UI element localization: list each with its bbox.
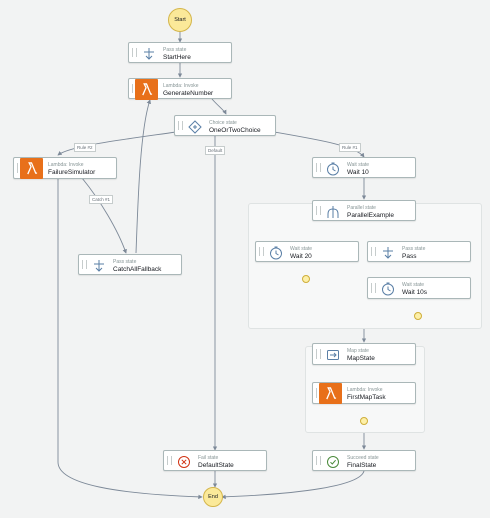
state-pass[interactable]: Pass state Pass [367,241,471,262]
state-name: ParallelExample [347,212,394,219]
state-name: Wait 10 [347,169,369,176]
map-iteration-end-dot [360,417,368,425]
branch-end-dot [302,275,310,283]
clock-icon [378,280,398,297]
state-name: MapState [347,355,375,362]
state-failuresimulator[interactable]: Lambda: Invoke FailureSimulator [13,157,117,179]
lambda-icon [20,158,43,179]
state-type: Lambda: Invoke [163,83,199,89]
state-type: Wait state [290,246,313,252]
drag-handle[interactable] [178,121,183,130]
state-name: GenerateNumber [163,90,214,97]
edge-label-rule2: Rule #2 [74,143,96,152]
state-finalstate[interactable]: Succeed state FinalState [312,450,416,471]
edge-label-catch: Catch #1 [89,195,114,204]
pass-icon [139,45,159,62]
end-label: End [208,494,218,500]
state-wait10[interactable]: Wait state Wait 10 [312,157,416,178]
edge-generatenumber-to-choice [211,98,227,115]
map-icon [323,346,343,363]
state-type: Lambda: Invoke [48,162,84,168]
state-name: Pass [402,253,417,260]
state-starthere[interactable]: Pass state StartHere [128,42,232,63]
drag-handle[interactable] [132,48,137,57]
end-node[interactable]: End [203,487,223,507]
parallel-icon [323,203,343,220]
state-type: Pass state [113,259,137,265]
edge-finalstate-to-end [221,470,365,500]
state-wait20[interactable]: Wait state Wait 20 [255,241,359,262]
state-type: Wait state [402,282,425,288]
state-wait10s[interactable]: Wait state Wait 10s [367,277,471,299]
drag-handle[interactable] [316,206,321,215]
edge-failuresimulator-to-catchallfallback [81,177,127,254]
state-type: Parallel state [347,205,376,211]
state-oneortwochoice[interactable]: Choice state OneOrTwoChoice [174,115,276,136]
drag-handle[interactable] [167,456,172,465]
edge-catchallfallback-to-generatenumber [135,99,151,254]
edge-label-rule1: Rule #1 [339,143,361,152]
start-node[interactable]: Start [168,8,192,32]
drag-handle[interactable] [316,349,321,359]
state-mapstate[interactable]: Map state MapState [312,343,416,365]
state-generatenumber[interactable]: Lambda: Invoke GenerateNumber [128,78,232,100]
parallel-group [248,203,482,329]
fail-icon [174,453,194,470]
clock-icon [323,160,343,177]
drag-handle[interactable] [371,247,376,256]
state-type: Fail state [198,455,219,461]
drag-handle[interactable] [371,283,376,293]
lambda-icon [319,383,342,404]
state-type: Wait state [347,162,370,168]
drag-handle[interactable] [82,260,87,269]
state-type: Lambda: Invoke [347,387,383,393]
start-label: Start [174,17,186,23]
succeed-icon [323,453,343,470]
state-name: Wait 20 [290,253,312,260]
state-type: Choice state [209,120,237,126]
state-type: Pass state [402,246,426,252]
state-name: OneOrTwoChoice [209,127,261,134]
branch-end-dot [414,312,422,320]
lambda-icon [135,79,158,100]
state-name: FinalState [347,462,377,469]
state-name: FailureSimulator [48,169,96,176]
pass-icon [378,244,398,261]
state-type: Map state [347,348,369,354]
state-name: CatchAllFallback [113,266,162,273]
clock-icon [266,244,286,261]
state-firstmaptask[interactable]: Lambda: Invoke FirstMapTask [312,382,416,404]
drag-handle[interactable] [259,247,264,256]
state-type: Succeed state [347,455,379,461]
drag-handle[interactable] [316,163,321,172]
pass-icon [89,257,109,274]
choice-icon [185,118,205,135]
state-type: Pass state [163,47,187,53]
drag-handle[interactable] [316,456,321,465]
state-defaultstate[interactable]: Fail state DefaultState [163,450,267,471]
state-catchallfallback[interactable]: Pass state CatchAllFallback [78,254,182,275]
state-name: StartHere [163,54,191,61]
state-parallelexample[interactable]: Parallel state ParallelExample [312,200,416,221]
state-name: FirstMapTask [347,394,386,401]
edge-label-default: Default [205,146,226,155]
state-name: Wait 10s [402,289,428,296]
state-name: DefaultState [198,462,234,469]
